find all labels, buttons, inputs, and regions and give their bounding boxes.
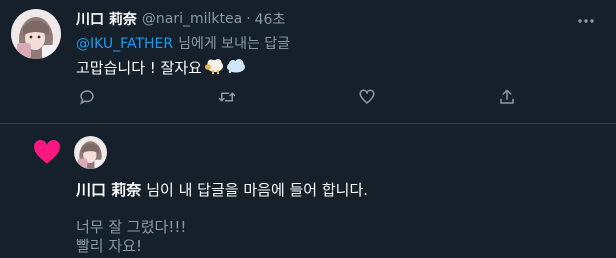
share-button[interactable] — [496, 88, 518, 110]
quoted-text-line: 너무 잘 그렸다!!! — [76, 218, 187, 236]
like-icon — [358, 88, 376, 110]
user-handle[interactable]: @nari_milktea — [142, 11, 242, 27]
zzz-cloud-emoji — [226, 58, 246, 78]
sheep-emoji — [204, 58, 224, 78]
share-icon — [498, 88, 516, 110]
liker-avatar[interactable] — [74, 136, 107, 169]
display-name[interactable]: 川口 莉奈 — [76, 9, 137, 29]
replying-to: @IKU_FATHER 님에게 보내는 답글 — [76, 33, 290, 53]
avatar[interactable] — [11, 9, 61, 59]
heart-icon — [33, 139, 61, 165]
reply-icon — [78, 88, 96, 110]
notification-action: 님이 내 답글을 마음에 들어 합니다. — [146, 181, 369, 199]
quoted-text-line: 빨리 자요! — [76, 237, 142, 255]
more-options-button[interactable] — [572, 7, 600, 29]
mention-link[interactable]: @IKU_FATHER — [76, 36, 173, 52]
replying-to-text: 님에게 보내는 답글 — [178, 36, 291, 52]
tweet-header: 川口 莉奈 @nari_milktea · 46초 — [76, 9, 285, 29]
retweet-button[interactable] — [216, 88, 238, 110]
tweet-body: 고맙습니다 ! 잘자요 — [76, 59, 202, 77]
more-horizontal-icon — [577, 9, 595, 28]
divider — [0, 123, 616, 124]
separator-dot: · — [246, 11, 251, 27]
like-button[interactable] — [356, 88, 378, 110]
reply-button[interactable] — [76, 88, 98, 110]
tweet-actions — [76, 88, 516, 110]
liker-name[interactable]: 川口 莉奈 — [76, 181, 141, 199]
like-notification-text[interactable]: 川口 莉奈 님이 내 답글을 마음에 들어 합니다. — [76, 179, 368, 200]
retweet-icon — [217, 88, 237, 110]
tweet-text: 고맙습니다 ! 잘자요 — [76, 57, 246, 78]
reply-tweet[interactable]: 川口 莉奈 @nari_milktea · 46초 @IKU_FATHER 님에게… — [0, 0, 616, 124]
timestamp[interactable]: 46초 — [255, 9, 286, 29]
